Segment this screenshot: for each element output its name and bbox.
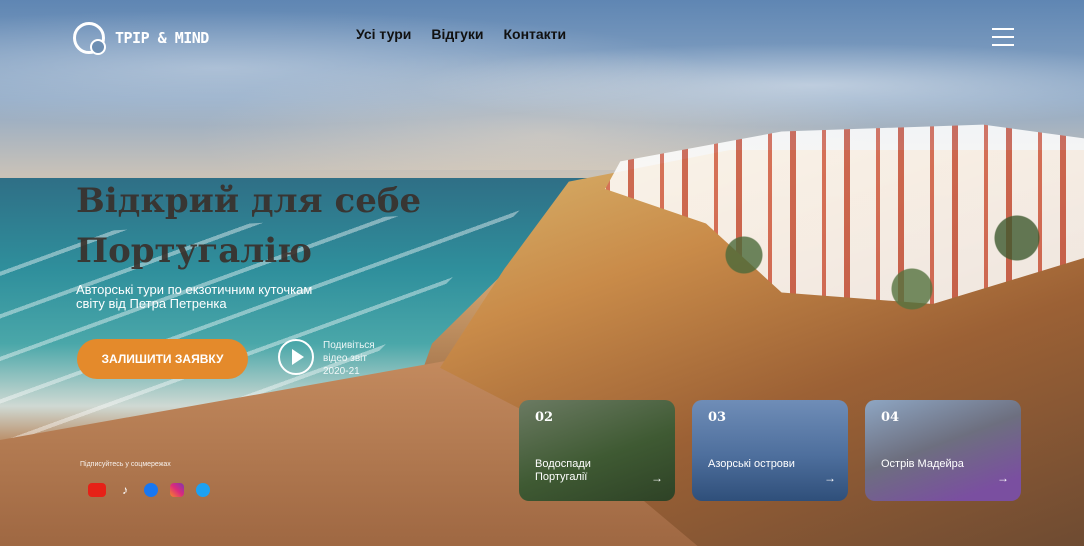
video-report-label[interactable]: Подивіться відео звіт 2020-21 (323, 339, 393, 378)
play-video-icon[interactable] (278, 339, 314, 375)
nav-all-tours[interactable]: Усі тури (356, 26, 411, 42)
title-line-2: Португалію (76, 231, 313, 271)
hero-subtitle: Авторські тури по екзотичним куточкам св… (76, 282, 313, 311)
title-line-1: Відкрий для себе (76, 181, 422, 221)
main-navigation: Усі тури Відгуки Контакти (356, 26, 566, 42)
card-number: 02 (535, 410, 554, 425)
tour-cards: 02 Водоспади Португалії → 03 Азорські ос… (519, 400, 1021, 501)
globe-search-icon (73, 22, 106, 55)
trees (660, 170, 1080, 340)
leave-request-button[interactable]: ЗАЛИШИТИ ЗАЯВКУ (77, 339, 248, 379)
tiktok-icon[interactable]: ♪ (118, 483, 132, 497)
instagram-icon[interactable] (170, 483, 184, 497)
hamburger-menu-icon[interactable] (992, 28, 1014, 46)
social-label: Підписуйтесь у соцмережах (80, 461, 171, 468)
tour-card-madeira[interactable]: 04 Острів Мадейра → (865, 400, 1021, 501)
social-links: ♪ (88, 483, 210, 497)
nav-reviews[interactable]: Відгуки (431, 26, 483, 42)
tour-card-azores[interactable]: 03 Азорські острови → (692, 400, 848, 501)
card-number: 03 (708, 410, 727, 425)
card-number: 04 (881, 410, 900, 425)
nav-contacts[interactable]: Контакти (503, 26, 566, 42)
arrow-right-icon[interactable]: → (824, 471, 836, 485)
brand-logo[interactable]: TPIP & MIND (73, 22, 209, 55)
card-caption: Азорські острови (708, 458, 795, 470)
brand-name: TPIP & MIND (115, 29, 209, 47)
page-title: Відкрий для себе Португалію (76, 176, 421, 276)
twitter-icon[interactable] (196, 483, 210, 497)
facebook-icon[interactable] (144, 483, 158, 497)
card-caption: Острів Мадейра (881, 458, 964, 470)
arrow-right-icon[interactable]: → (997, 471, 1009, 485)
card-caption: Водоспади Португалії (535, 458, 591, 483)
youtube-icon[interactable] (88, 483, 106, 497)
arrow-right-icon[interactable]: → (651, 471, 663, 485)
tour-card-waterfalls[interactable]: 02 Водоспади Португалії → (519, 400, 675, 501)
